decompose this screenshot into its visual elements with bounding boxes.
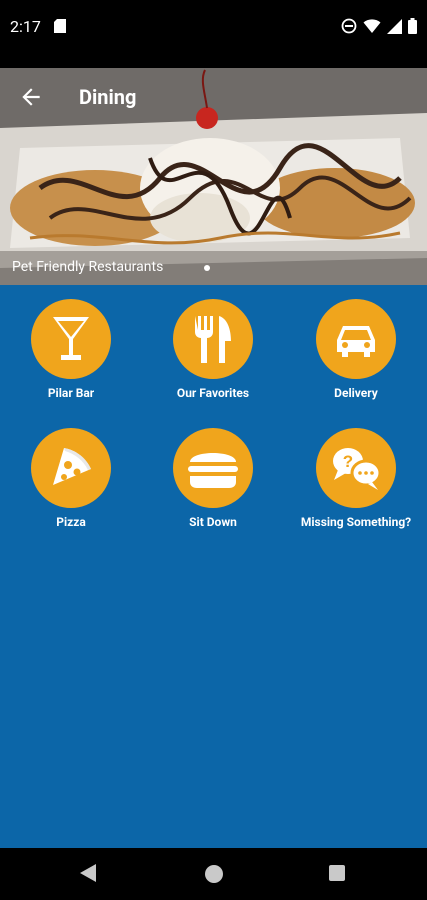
fork-knife-icon	[195, 316, 231, 363]
do-not-disturb-icon	[341, 18, 357, 34]
status-bar: 2:17	[0, 0, 427, 56]
status-icons	[341, 18, 417, 34]
nav-home-icon[interactable]	[205, 865, 223, 883]
category-grid: Pilar Bar Our Favorites Delivery Pizza S…	[0, 285, 427, 848]
burger-icon	[188, 453, 238, 488]
tile-pilar-bar[interactable]: Pilar Bar	[6, 299, 136, 400]
tile-label: Pilar Bar	[47, 386, 95, 400]
sd-card-icon	[54, 19, 66, 33]
tile-circle	[31, 299, 111, 379]
back-arrow-icon[interactable]	[18, 84, 44, 110]
martini-glass-icon	[53, 317, 89, 360]
hero-banner[interactable]: Dining Pet Friendly Restaurants	[0, 68, 427, 285]
system-nav-bar	[0, 848, 427, 900]
question-chat-icon: ?	[333, 448, 382, 490]
tile-circle	[173, 299, 253, 379]
tile-label: Sit Down	[189, 515, 237, 529]
tile-sit-down[interactable]: Sit Down	[148, 428, 278, 529]
tile-our-favorites[interactable]: Our Favorites	[148, 299, 278, 400]
tile-label: Delivery	[334, 386, 378, 400]
pizza-slice-icon	[53, 448, 91, 485]
car-icon	[337, 326, 375, 357]
tile-label: Missing Something?	[300, 515, 412, 529]
tile-circle: ?	[316, 428, 396, 508]
status-time: 2:17	[10, 17, 41, 36]
tile-pizza[interactable]: Pizza	[6, 428, 136, 529]
app-toolbar: Dining	[0, 68, 427, 124]
carousel-indicator-dot[interactable]	[204, 265, 210, 271]
tile-label: Pizza	[56, 515, 86, 529]
tile-delivery[interactable]: Delivery	[291, 299, 421, 400]
caption-bar: Pet Friendly Restaurants	[0, 251, 427, 285]
wifi-icon	[363, 19, 381, 33]
nav-back-icon[interactable]	[80, 864, 96, 882]
nav-recents-icon[interactable]	[329, 865, 345, 881]
banner-caption: Pet Friendly Restaurants	[12, 259, 164, 275]
tile-circle	[316, 299, 396, 379]
tile-missing-something[interactable]: ? Missing Something?	[291, 428, 421, 529]
svg-text:?: ?	[343, 452, 353, 471]
tile-circle	[173, 428, 253, 508]
tile-label: Our Favorites	[176, 386, 250, 400]
battery-icon	[408, 18, 417, 34]
tile-circle	[31, 428, 111, 508]
signal-icon	[387, 18, 402, 34]
page-title: Dining	[79, 85, 137, 109]
